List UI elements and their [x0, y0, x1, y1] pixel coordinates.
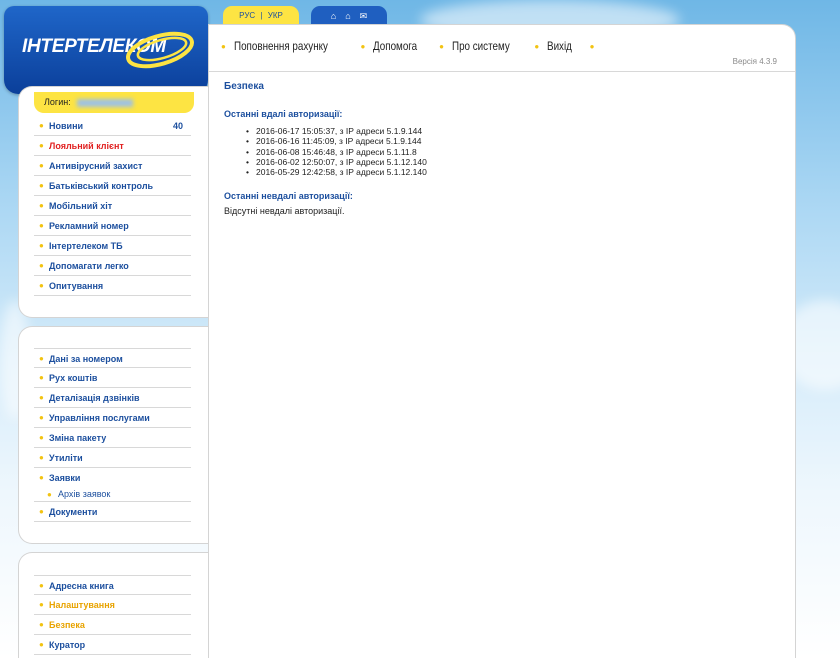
- bullet-icon: ●: [39, 241, 44, 250]
- bullet-icon: ●: [39, 581, 44, 590]
- bullet-icon: ●: [360, 41, 366, 51]
- list-item: 2016-05-29 12:42:58, з IP адреси 5.1.12.…: [246, 167, 427, 178]
- list-item: 2016-06-02 12:50:07, з IP адреси 5.1.12.…: [246, 157, 427, 168]
- bullet-icon: ●: [39, 221, 44, 230]
- sidebar-item-number-data[interactable]: ● Дані за номером: [34, 348, 191, 368]
- news-count-badge: 40: [172, 121, 183, 131]
- list-item: 2016-06-17 15:05:37, з IP адреси 5.1.9.1…: [246, 126, 427, 137]
- logo-swoosh-icon: [126, 31, 194, 69]
- main-content: ● Поповнення рахунку ● Допомога ● Про си…: [208, 24, 796, 658]
- login-bar: Логин:: [34, 92, 194, 113]
- garage-icon[interactable]: ⌂: [345, 11, 350, 21]
- bullet-icon: ●: [39, 121, 44, 130]
- bullet-icon: ●: [39, 473, 44, 482]
- sidebar-item-antivirus[interactable]: ● Антивірусний захист: [34, 156, 191, 176]
- bullet-icon: ●: [589, 41, 595, 51]
- sidebar-item-security[interactable]: ● Безпека: [34, 615, 191, 635]
- bullet-icon: ●: [39, 181, 44, 190]
- success-auth-list: 2016-06-17 15:05:37, з IP адреси 5.1.9.1…: [246, 126, 427, 178]
- failed-auth-heading: Останні невдалі авторизації:: [224, 191, 353, 201]
- nav-help[interactable]: Допомога: [373, 39, 417, 53]
- sidebar-item-ad-number[interactable]: ● Рекламний номер: [34, 216, 191, 236]
- top-nav: ● Поповнення рахунку ● Допомога ● Про си…: [221, 39, 602, 53]
- bullet-icon: ●: [39, 640, 44, 649]
- bullet-icon: ●: [39, 453, 44, 462]
- mail-icon[interactable]: ✉: [360, 11, 368, 21]
- nav-about[interactable]: Про систему: [452, 39, 510, 53]
- bullet-icon: ●: [39, 201, 44, 210]
- sidebar-menu-account: ● Дані за номером ● Рух коштів ● Деталізаці…: [34, 348, 191, 522]
- failed-auth-text: Відсутні невдалі авторизації.: [224, 206, 345, 216]
- sidebar-subitem-requests-archive[interactable]: ● Архів заявок: [34, 488, 191, 502]
- bullet-icon: ●: [47, 490, 52, 499]
- header-divider: [209, 71, 795, 72]
- lang-uk-link[interactable]: УКР: [268, 11, 283, 20]
- bullet-icon: ●: [39, 261, 44, 270]
- page-title: Безпека: [224, 81, 264, 92]
- language-switcher: РУС | УКР: [223, 6, 299, 26]
- sidebar-item-utilities[interactable]: ● Утиліти: [34, 448, 191, 468]
- sidebar-item-parental-control[interactable]: ● Батьківський контроль: [34, 176, 191, 196]
- bullet-icon: ●: [39, 373, 44, 382]
- sidebar-item-surveys[interactable]: ● Опитування: [34, 276, 191, 296]
- sidebar-item-requests[interactable]: ● Заявки: [34, 468, 191, 488]
- sidebar-item-settings[interactable]: ● Налаштування: [34, 595, 191, 615]
- version-label: Версія 4.3.9: [732, 57, 777, 66]
- bullet-icon: ●: [39, 141, 44, 150]
- success-auth-heading: Останні вдалі авторизації:: [224, 109, 343, 119]
- nav-exit[interactable]: Вихід: [547, 39, 572, 53]
- lang-separator: |: [260, 11, 263, 20]
- bullet-icon: ●: [39, 161, 44, 170]
- sidebar-menu-settings: ● Адресна книга ● Налаштування ● Безпека ● К…: [34, 575, 191, 655]
- bullet-icon: ●: [39, 620, 44, 629]
- bullet-icon: ●: [39, 600, 44, 609]
- bullet-icon: ●: [39, 413, 44, 422]
- login-value-masked: [76, 98, 133, 107]
- bullet-icon: ●: [439, 41, 444, 51]
- bullet-icon: ●: [39, 393, 44, 402]
- sidebar-item-documents[interactable]: ● Документи: [34, 502, 191, 522]
- sidebar-item-address-book[interactable]: ● Адресна книга: [34, 575, 191, 595]
- brand-logo[interactable]: ІНТЕРТЕЛЕКОМ: [4, 6, 208, 94]
- sidebar-item-services[interactable]: ● Управління послугами: [34, 408, 191, 428]
- login-label: Логин:: [44, 97, 71, 107]
- sidebar-menu-info: ● Новини 40 ● Лояльний клієнт ● Антивірусний…: [34, 116, 191, 296]
- sidebar-item-help-easy[interactable]: ● Допомагати легко: [34, 256, 191, 276]
- list-item: 2016-06-16 11:45:09, з IP адреси 5.1.9.1…: [246, 136, 427, 147]
- sidebar-item-curator[interactable]: ● Куратор: [34, 635, 191, 655]
- bullet-icon: ●: [221, 41, 226, 51]
- bullet-icon: ●: [39, 433, 44, 442]
- quick-icons-tab: ⌂ ⌂ ✉: [311, 6, 387, 26]
- list-item: 2016-06-08 15:46:48, з IP адреси 5.1.11.…: [246, 147, 427, 158]
- lang-ru-link[interactable]: РУС: [239, 11, 255, 20]
- bullet-icon: ●: [39, 507, 44, 516]
- sidebar-item-funds-movement[interactable]: ● Рух коштів: [34, 368, 191, 388]
- sidebar-item-change-package[interactable]: ● Зміна пакету: [34, 428, 191, 448]
- sidebar-item-mobile-hit[interactable]: ● Мобільний хіт: [34, 196, 191, 216]
- bullet-icon: ●: [39, 281, 44, 290]
- nav-topup[interactable]: Поповнення рахунку: [234, 39, 328, 53]
- sidebar-item-call-details[interactable]: ● Деталізація дзвінків: [34, 388, 191, 408]
- bullet-icon: ●: [39, 354, 44, 363]
- sidebar-item-loyal-client[interactable]: ● Лояльний клієнт: [34, 136, 191, 156]
- bullet-icon: ●: [534, 41, 540, 51]
- sidebar-item-tv[interactable]: ● Інтертелеком ТБ: [34, 236, 191, 256]
- sidebar-item-news[interactable]: ● Новини 40: [34, 116, 191, 136]
- home-icon[interactable]: ⌂: [331, 11, 336, 21]
